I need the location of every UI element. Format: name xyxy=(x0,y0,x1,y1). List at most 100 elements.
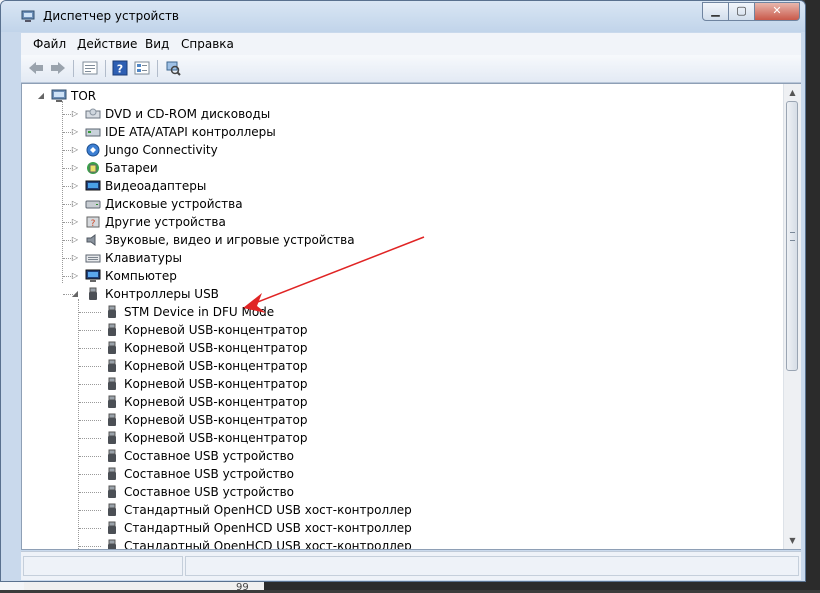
close-button[interactable]: ✕ xyxy=(754,2,800,21)
tree-category-label: Звуковые, видео и игровые устройства xyxy=(105,233,355,247)
tree-guide-line xyxy=(63,276,73,277)
scan-hardware-icon xyxy=(166,61,181,76)
close-icon: ✕ xyxy=(772,4,782,17)
tree-guide-line xyxy=(63,222,73,223)
usb-device-label: Корневой USB-концентратор xyxy=(124,377,308,391)
properties-list-icon xyxy=(82,61,98,75)
sound-icon xyxy=(85,233,101,247)
keyboard-icon xyxy=(85,251,101,265)
ide-controller-icon xyxy=(85,125,101,139)
usb-device-icon xyxy=(104,323,120,337)
maximize-button[interactable]: ▢ xyxy=(728,2,755,21)
tree-guide-line xyxy=(79,420,101,421)
tree-category-label: DVD и CD-ROM дисководы xyxy=(105,107,271,121)
tree-guide-line xyxy=(79,474,101,475)
tree-guide-line xyxy=(63,150,73,151)
toolbar-separator xyxy=(105,60,106,77)
tree-category-label: Контроллеры USB xyxy=(105,287,219,301)
usb-device-label: STM Device in DFU Mode xyxy=(124,305,275,319)
usb-device-label: Составное USB устройство xyxy=(124,485,295,499)
usb-device-icon xyxy=(104,503,120,517)
usb-device-icon xyxy=(104,521,120,535)
usb-device-icon xyxy=(104,431,120,445)
menu-bar: Файл Действие Вид Справка xyxy=(21,33,801,55)
toolbar: ? xyxy=(21,55,801,83)
usb-device-icon xyxy=(104,485,120,499)
tree-guide-line xyxy=(63,240,73,241)
battery-icon xyxy=(85,161,101,175)
usb-device-icon xyxy=(104,377,120,391)
usb-device-label: Корневой USB-концентратор xyxy=(124,395,308,409)
usb-device-label: Стандартный OpenHCD USB хост-контроллер xyxy=(124,539,412,550)
tree-guide-line xyxy=(63,186,73,187)
tree-guide-line xyxy=(63,294,73,295)
arrow-up-icon: ▲ xyxy=(789,88,796,97)
tree-category-label: IDE ATA/ATAPI контроллеры xyxy=(105,125,276,139)
tree-root-label: TOR xyxy=(71,89,97,103)
usb-device-label: Корневой USB-концентратор xyxy=(124,431,308,445)
toolbar-separator xyxy=(157,60,158,77)
tree-category-label: Другие устройства xyxy=(105,215,226,229)
device-manager-icon xyxy=(21,10,35,22)
tree-guide-line xyxy=(79,312,101,313)
other-device-icon: ? xyxy=(85,215,101,229)
usb-device-label: Стандартный OpenHCD USB хост-контроллер xyxy=(124,503,412,517)
scroll-down-button[interactable]: ▼ xyxy=(784,532,801,549)
tree-guide-line xyxy=(79,366,101,367)
maximize-icon: ▢ xyxy=(736,4,747,17)
menu-view[interactable]: Вид xyxy=(145,37,169,51)
menu-action[interactable]: Действие xyxy=(77,37,137,51)
scrollbar-thumb[interactable] xyxy=(786,101,798,371)
minimize-button[interactable]: ▁ xyxy=(702,2,729,21)
background-text: 99 xyxy=(236,582,249,593)
tree-guide-line xyxy=(79,492,101,493)
minimize-icon: ▁ xyxy=(711,4,720,17)
tree-guide-line xyxy=(63,168,73,169)
arrow-down-icon: ▼ xyxy=(789,536,796,545)
background-editor-right xyxy=(805,0,820,590)
usb-device-label: Составное USB устройство xyxy=(124,467,295,481)
tree-guide-line xyxy=(79,384,101,385)
help-button[interactable]: ? xyxy=(111,59,129,77)
usb-device-icon xyxy=(104,467,120,481)
usb-device-icon xyxy=(104,413,120,427)
usb-device-icon xyxy=(104,395,120,409)
menu-file[interactable]: Файл xyxy=(33,37,66,51)
svg-text:?: ? xyxy=(117,63,123,76)
properties-list-button[interactable] xyxy=(81,59,99,77)
usb-device-icon xyxy=(104,359,120,373)
scan-hardware-button[interactable] xyxy=(164,59,182,77)
tree-guide-line xyxy=(63,258,73,259)
tree-guide-line xyxy=(79,330,101,331)
details-button[interactable] xyxy=(133,59,151,77)
forward-button[interactable] xyxy=(49,59,67,77)
usb-device-label: Корневой USB-концентратор xyxy=(124,323,308,337)
back-icon xyxy=(29,62,43,74)
jungo-icon xyxy=(85,143,101,157)
window-title: Диспетчер устройств xyxy=(43,9,180,23)
tree-guide-line xyxy=(78,299,79,549)
help-icon: ? xyxy=(112,60,128,76)
collapse-icon[interactable]: ◢ xyxy=(36,87,46,105)
tree-category-label: Компьютер xyxy=(105,269,177,283)
back-button[interactable] xyxy=(27,59,45,77)
dvd-drive-icon xyxy=(85,107,101,121)
device-tree: ◢ TOR ▷ DVD и CD-ROM дисководы ▷ IDE ATA/ATAP… xyxy=(21,83,801,550)
usb-device-label: Составное USB устройство xyxy=(124,449,295,463)
menu-help[interactable]: Справка xyxy=(181,37,234,51)
tree-guide-line xyxy=(79,546,101,547)
usb-device-label: Корневой USB-концентратор xyxy=(124,341,308,355)
tree-category-label: Видеоадаптеры xyxy=(105,179,207,193)
computer-icon xyxy=(85,269,101,283)
usb-icon xyxy=(85,287,101,301)
tree-guide-line xyxy=(79,510,101,511)
scroll-up-button[interactable]: ▲ xyxy=(784,84,801,101)
title-bar[interactable]: Диспетчер устройств ▁ ▢ ✕ xyxy=(1,1,805,32)
device-manager-window: Диспетчер устройств ▁ ▢ ✕ Файл Действие … xyxy=(0,0,806,582)
tree-guide-line xyxy=(79,456,101,457)
tree-guide-line xyxy=(79,402,101,403)
disk-drive-icon xyxy=(85,197,101,211)
tree-guide-line xyxy=(79,528,101,529)
computer-icon xyxy=(51,89,67,103)
vertical-scrollbar[interactable]: ▲ ▼ xyxy=(783,84,801,549)
